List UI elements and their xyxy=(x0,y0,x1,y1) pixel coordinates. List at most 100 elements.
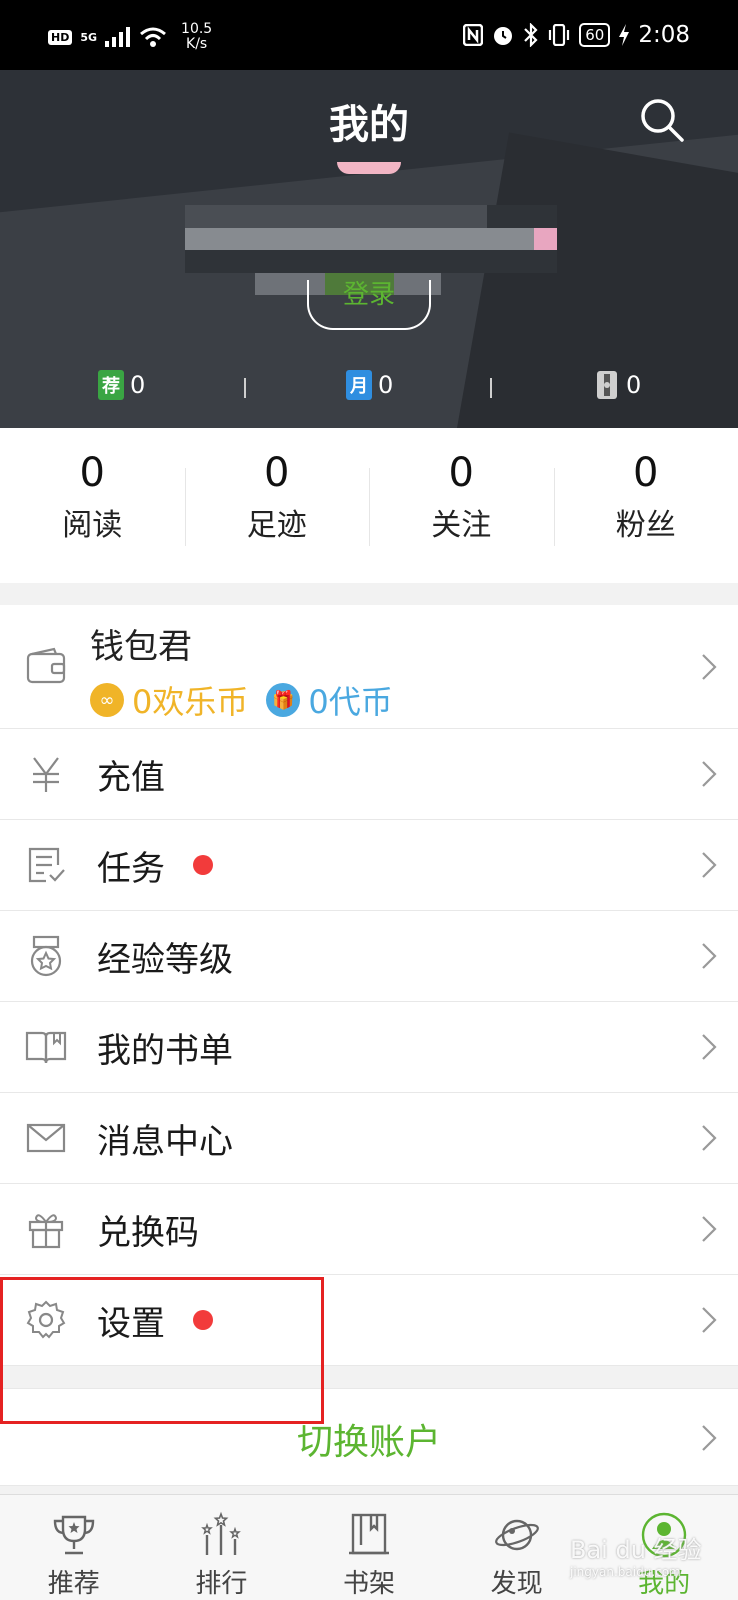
pixel-block xyxy=(278,205,302,228)
pixel-block xyxy=(511,273,534,296)
status-bar: HD 5G 10.5 K/s 60 2:08 xyxy=(0,0,738,70)
recommend-ticket-count: 0 xyxy=(130,371,146,399)
planet-icon xyxy=(494,1519,539,1551)
pixel-block xyxy=(254,205,278,228)
pixel-block xyxy=(208,227,232,250)
chevron-right-icon xyxy=(702,1307,717,1333)
yuan-icon xyxy=(33,757,59,792)
ranking-icon xyxy=(201,1511,242,1555)
pixel-block xyxy=(417,227,441,250)
speed-value: 10.5 xyxy=(181,21,213,37)
counter-value: 0 xyxy=(448,450,474,496)
pixel-block xyxy=(278,272,302,295)
pixel-block xyxy=(534,273,557,296)
wallet-balances: ∞ 0欢乐币 🎁 0代币 xyxy=(90,677,393,723)
pixel-block xyxy=(301,205,325,228)
signal-icon xyxy=(105,27,131,47)
nfc-icon xyxy=(463,24,484,46)
network-label: 5G xyxy=(80,30,98,44)
pixel-block xyxy=(231,250,255,273)
pixel-block xyxy=(371,227,395,250)
ticket-stats: 荐 0 月 0 0 xyxy=(0,370,738,410)
pixel-block xyxy=(371,205,395,228)
pixel-block xyxy=(440,250,464,273)
happy-coin-balance: 0欢乐币 xyxy=(132,683,249,721)
menu-item-experience-level[interactable]: 经验等级 xyxy=(0,911,738,1002)
profile-header: 我的 登录 荐 0 月 0 0 xyxy=(0,70,738,428)
tab-label: 排行 xyxy=(195,1569,248,1599)
counter-label: 关注 xyxy=(431,508,492,543)
pixel-block xyxy=(254,250,278,273)
chevron-right-icon xyxy=(702,1125,717,1151)
happy-coin-icon: ∞ xyxy=(90,683,124,717)
monthly-ticket-count: 0 xyxy=(378,371,394,399)
avatar[interactable] xyxy=(337,162,401,174)
menu-item-messages[interactable]: 消息中心 xyxy=(0,1093,738,1184)
clock: 2:08 xyxy=(638,22,690,48)
chevron-right-icon xyxy=(702,653,717,680)
pixel-block xyxy=(347,250,371,273)
pixel-block xyxy=(487,205,511,228)
monthly-ticket-stat[interactable]: 月 0 xyxy=(346,370,393,400)
menu-label: 经验等级 xyxy=(97,939,233,980)
pixel-block xyxy=(394,227,418,250)
hd-badge: HD xyxy=(48,29,73,45)
counter-value: 0 xyxy=(264,450,290,496)
menu-item-tasks[interactable]: 任务 xyxy=(0,820,738,911)
login-label: 登录 xyxy=(342,280,395,310)
menu-label: 任务 xyxy=(97,848,165,889)
wallet-title: 钱包君 xyxy=(90,627,192,667)
status-right: 60 2:08 xyxy=(463,22,690,48)
pixel-block xyxy=(347,227,371,250)
tab-recommend[interactable]: 推荐 xyxy=(0,1495,148,1600)
monthly-ticket-icon: 月 xyxy=(346,370,372,400)
pixel-block xyxy=(185,250,209,273)
blade-ticket-stat[interactable]: 0 xyxy=(594,370,641,400)
menu-label: 充值 xyxy=(97,757,165,798)
profile-counters: 0 阅读 0 足迹 0 关注 0 粉丝 xyxy=(0,428,738,583)
recommend-ticket-stat[interactable]: 荐 0 xyxy=(98,370,145,400)
blade-ticket-count: 0 xyxy=(626,371,642,399)
token-coin-icon: 🎁 xyxy=(266,683,301,717)
pixel-block xyxy=(231,227,255,250)
vibrate-icon xyxy=(549,24,570,46)
counter-fans[interactable]: 0 粉丝 xyxy=(553,428,738,583)
counter-value: 0 xyxy=(79,450,105,496)
wifi-icon xyxy=(140,27,166,47)
tab-ranking[interactable]: 排行 xyxy=(148,1495,296,1600)
search-icon[interactable] xyxy=(638,96,688,146)
tab-discover[interactable]: 发现 xyxy=(443,1495,591,1600)
book-icon xyxy=(25,1031,67,1064)
menu-item-recharge[interactable]: 充值 xyxy=(0,729,738,820)
medal-icon xyxy=(30,935,62,977)
chevron-right-icon xyxy=(702,852,717,878)
pixel-block xyxy=(464,250,488,273)
pixel-block xyxy=(278,250,302,273)
menu-item-my-booklist[interactable]: 我的书单 xyxy=(0,1002,738,1093)
counter-footprint[interactable]: 0 足迹 xyxy=(184,428,370,583)
pixel-block xyxy=(185,227,209,250)
pixel-block xyxy=(510,227,534,250)
chevron-right-icon xyxy=(702,1216,717,1242)
pixel-block xyxy=(441,273,464,296)
menu-item-wallet[interactable]: 钱包君 ∞ 0欢乐币 🎁 0代币 xyxy=(0,605,738,729)
divider xyxy=(244,378,246,398)
counter-reading[interactable]: 0 阅读 xyxy=(0,428,185,583)
login-button[interactable]: 登录 xyxy=(307,280,431,330)
tab-bookshelf[interactable]: 书架 xyxy=(295,1495,443,1600)
task-icon xyxy=(28,847,65,883)
menu-item-redeem-code[interactable]: 兑换码 xyxy=(0,1184,738,1275)
pixel-block xyxy=(464,227,488,250)
pixel-block xyxy=(440,227,464,250)
bluetooth-icon xyxy=(524,23,538,47)
pixel-block xyxy=(301,250,325,273)
pixel-block xyxy=(208,250,232,273)
pixel-block xyxy=(487,250,511,273)
pixel-block xyxy=(440,205,464,228)
pixel-block xyxy=(464,273,487,296)
token-coin-balance: 0代币 xyxy=(308,683,393,721)
pixel-block xyxy=(208,273,231,296)
counter-following[interactable]: 0 关注 xyxy=(369,428,554,583)
speed-unit: K/s xyxy=(186,36,208,52)
menu-list: 钱包君 ∞ 0欢乐币 🎁 0代币 充值 任务 经验等级 我的书单 消息中心 兑换… xyxy=(0,605,738,1366)
